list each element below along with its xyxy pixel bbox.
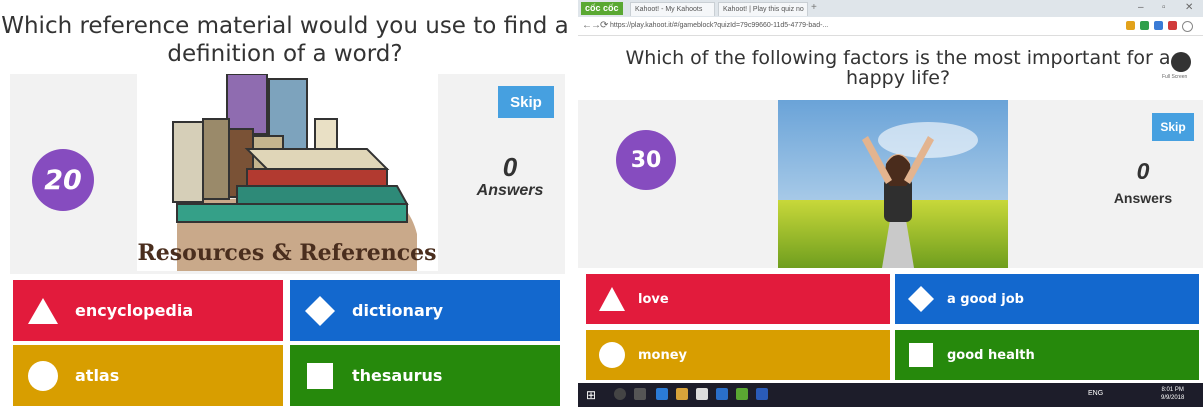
square-icon xyxy=(895,330,947,380)
answer-label: good health xyxy=(947,347,1035,363)
edge-browser-icon[interactable] xyxy=(656,388,668,400)
mail-icon[interactable] xyxy=(716,388,728,400)
answer-option-1[interactable]: love xyxy=(586,274,890,324)
answer-label: encyclopedia xyxy=(75,301,194,320)
answer-option-1[interactable]: encyclopedia xyxy=(13,280,283,341)
task-view-icon[interactable] xyxy=(634,388,646,400)
answer-label: a good job xyxy=(947,291,1024,307)
reload-icon[interactable]: ⟳ xyxy=(600,20,608,31)
fullscreen-label: Full Screen xyxy=(1162,74,1188,80)
question-stage: 20 Resources & References Skip 0 Answers xyxy=(10,73,565,274)
question-text: Which of the following factors is the mo… xyxy=(625,47,1171,89)
system-tray-language[interactable]: ENG xyxy=(1088,390,1103,397)
word-icon[interactable] xyxy=(756,388,768,400)
new-tab-icon[interactable]: + xyxy=(811,2,817,13)
maximize-icon[interactable]: ▫ xyxy=(1162,2,1166,13)
windows-start-icon[interactable]: ⊞ xyxy=(586,389,596,401)
browser-tab-bar: cốc cốc Kahoot! - My Kahoots Kahoot! | P… xyxy=(578,0,1203,17)
answer-label: dictionary xyxy=(352,301,444,320)
skip-button[interactable]: Skip xyxy=(1152,113,1194,141)
square-icon xyxy=(290,345,350,406)
answer-label: love xyxy=(638,291,669,307)
answer-label: thesaurus xyxy=(352,366,443,385)
panel-divider xyxy=(571,0,577,407)
answer-label: atlas xyxy=(75,366,120,385)
triangle-icon xyxy=(586,274,638,324)
menu-icon[interactable] xyxy=(1182,21,1193,32)
answer-count: 0 xyxy=(1136,158,1150,184)
diamond-icon xyxy=(895,274,947,324)
answer-label: money xyxy=(638,347,688,363)
question-stage: 30 Skip 0 Answers xyxy=(578,100,1203,268)
close-icon[interactable]: ✕ xyxy=(1185,2,1193,13)
question-text: Which reference material would you use t… xyxy=(1,13,569,67)
question-image: Resources & References xyxy=(137,73,438,271)
countdown-timer: 20 xyxy=(32,149,94,211)
windows-taskbar: ⊞ ENG 8:01 PM 9/9/2018 xyxy=(578,383,1203,407)
skip-button[interactable]: Skip xyxy=(498,86,554,118)
left-kahoot-screen: Which reference material would you use t… xyxy=(0,0,570,407)
coccoc-browser-icon[interactable] xyxy=(736,388,748,400)
answers-label: Answers xyxy=(476,182,544,199)
clock-date: 9/9/2018 xyxy=(1161,395,1185,401)
diamond-icon xyxy=(290,280,350,341)
file-explorer-icon[interactable] xyxy=(676,388,688,400)
triangle-icon xyxy=(13,280,73,341)
extension-icon[interactable] xyxy=(1154,21,1163,30)
url-field[interactable]: https://play.kahoot.it/#/gameblock?quizI… xyxy=(610,20,960,32)
circle-icon xyxy=(586,330,638,380)
answer-option-4[interactable]: good health xyxy=(895,330,1199,380)
question-image xyxy=(778,100,1008,268)
browser-tab-active[interactable]: Kahoot! | Play this quiz no xyxy=(718,2,808,16)
taskbar-clock[interactable]: 8:01 PM 9/9/2018 xyxy=(1161,386,1184,402)
minimize-icon[interactable]: – xyxy=(1138,2,1144,13)
image-caption: Resources & References xyxy=(138,240,437,266)
browser-tab[interactable]: Kahoot! - My Kahoots xyxy=(630,2,715,16)
books-illustration: Resources & References xyxy=(138,73,437,271)
countdown-timer: 30 xyxy=(616,130,676,190)
address-bar: ← → ⟳ https://play.kahoot.it/#/gameblock… xyxy=(578,17,1203,36)
store-icon[interactable] xyxy=(696,388,708,400)
happy-person-photo xyxy=(778,100,1008,268)
extension-icon[interactable] xyxy=(1140,21,1149,30)
extension-icon[interactable] xyxy=(1168,21,1177,30)
circle-icon xyxy=(13,345,73,406)
right-kahoot-screen: cốc cốc Kahoot! - My Kahoots Kahoot! | P… xyxy=(578,0,1203,407)
answer-count: 0 xyxy=(502,152,518,182)
answer-option-3[interactable]: money xyxy=(586,330,890,380)
answer-option-2[interactable]: dictionary xyxy=(290,280,560,341)
fullscreen-icon[interactable] xyxy=(1171,52,1191,72)
search-icon[interactable] xyxy=(614,388,626,400)
answer-option-3[interactable]: atlas xyxy=(13,345,283,406)
answer-option-2[interactable]: a good job xyxy=(895,274,1199,324)
extension-icon[interactable] xyxy=(1126,21,1135,30)
browser-logo: cốc cốc xyxy=(581,2,623,15)
answer-option-4[interactable]: thesaurus xyxy=(290,345,560,406)
clock-time: 8:01 PM xyxy=(1161,387,1184,393)
answers-label: Answers xyxy=(1113,190,1173,206)
